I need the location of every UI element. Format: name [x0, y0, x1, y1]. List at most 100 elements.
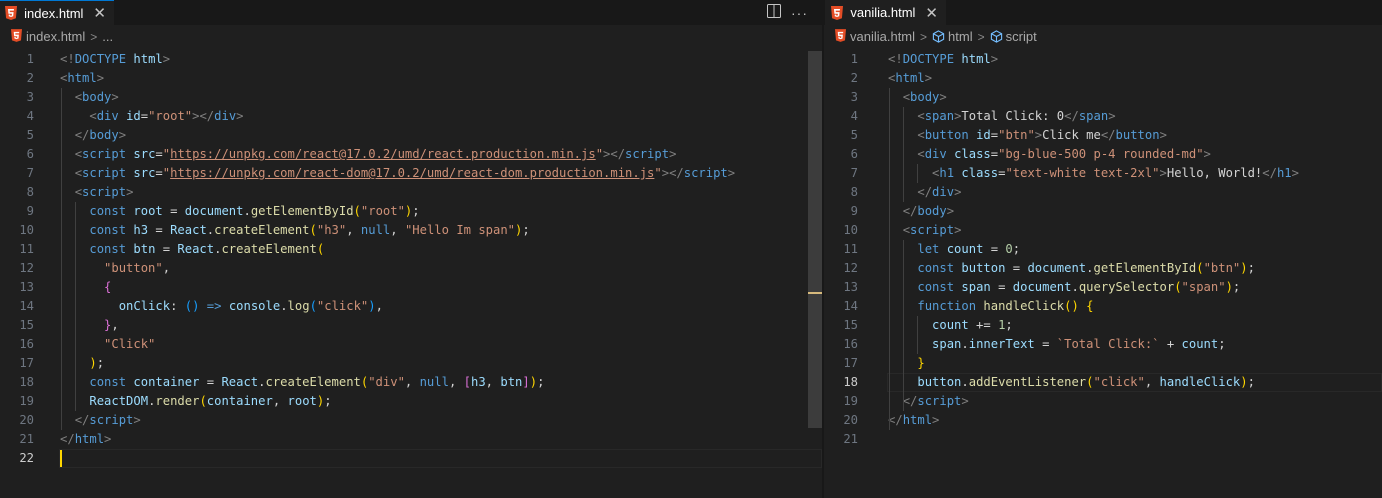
more-actions-icon[interactable]: ··· — [791, 5, 808, 21]
code-line[interactable]: 8 </div> — [824, 183, 1382, 202]
code-line[interactable]: 6 <div class="bg-blue-500 p-4 rounded-md… — [824, 145, 1382, 164]
line-number: 19 — [19, 394, 34, 408]
code-line[interactable]: 2 <html> — [824, 69, 1382, 88]
tab-index-html[interactable]: index.html ✕ — [0, 0, 114, 25]
code-line[interactable]: 10 const h3 = React.createElement("h3", … — [0, 221, 822, 240]
code-line[interactable]: 2 <html> — [0, 69, 822, 88]
code-token: "div" — [368, 375, 405, 389]
code-token: "root" — [360, 204, 405, 218]
code-line[interactable]: 22 — [0, 449, 822, 468]
code-line[interactable]: 11 let count = 0; — [824, 240, 1382, 259]
code-line[interactable]: 9 const root = document.getElementById("… — [0, 202, 822, 221]
code-token: https://unpkg.com/react-dom@17.0.2/umd/r… — [170, 166, 655, 180]
code-line[interactable]: 15 }, — [0, 316, 822, 335]
code-line[interactable]: 17 } — [824, 354, 1382, 373]
code-token: = — [162, 204, 185, 218]
code-line[interactable]: 16 "Click" — [0, 335, 822, 354]
code-area-left[interactable]: 1 <!DOCTYPE html> 2 <html> 3 <body> 4 <div id… — [0, 50, 822, 498]
code-token: count — [1181, 337, 1219, 351]
code-line[interactable]: 5 <button id="btn">Click me</button> — [824, 126, 1382, 145]
line-number: 5 — [850, 128, 858, 142]
breadcrumb-file[interactable]: index.html — [26, 29, 85, 44]
code-line[interactable]: 4 <span>Total Click: 0</span> — [824, 107, 1382, 126]
code-line[interactable]: 7 <script src="https://unpkg.com/react-d… — [0, 164, 822, 183]
code-line[interactable]: 12 "button", — [0, 259, 822, 278]
code-token: button — [961, 261, 1006, 275]
code-line[interactable]: 21 </html> — [0, 430, 822, 449]
code-token: < — [74, 166, 83, 180]
code-token: ) — [529, 375, 538, 389]
code-token: </ — [1262, 166, 1277, 180]
code-line[interactable]: 11 const btn = React.createElement( — [0, 240, 822, 259]
code-line[interactable]: 8 <script> — [0, 183, 822, 202]
breadcrumb-script[interactable]: script — [990, 29, 1037, 44]
code-line[interactable]: 17 ); — [0, 354, 822, 373]
code-line[interactable]: 12 const button = document.getElementByI… — [824, 259, 1382, 278]
tab-bar-left: index.html ✕ ··· — [0, 0, 822, 25]
code-line[interactable]: 13 { — [0, 278, 822, 297]
code-token: > — [111, 90, 119, 104]
code-line[interactable]: 3 <body> — [824, 88, 1382, 107]
code-line[interactable]: 9 </body> — [824, 202, 1382, 221]
breadcrumb-file[interactable]: vanilia.html — [850, 29, 915, 44]
code-token: ; — [1005, 318, 1013, 332]
close-icon[interactable]: ✕ — [93, 4, 106, 22]
code-token: > — [1159, 128, 1167, 142]
code-line[interactable]: 14 onClick: () => console.log("click"), — [0, 297, 822, 316]
code-line[interactable]: 7 <h1 class="text-white text-2xl">Hello,… — [824, 164, 1382, 183]
code-line[interactable]: 20 </script> — [0, 411, 822, 430]
split-editor-icon[interactable] — [767, 3, 781, 22]
code-line[interactable]: 20 </html> — [824, 411, 1382, 430]
code-token: 0 — [1005, 242, 1013, 256]
code-area-right[interactable]: 1 <!DOCTYPE html> 2 <html> 3 <body> 4 <span>T… — [824, 50, 1382, 498]
tab-vanilia-html[interactable]: vanilia.html ✕ — [825, 0, 946, 25]
code-token: root — [287, 394, 317, 408]
code-token: > — [126, 185, 134, 199]
html5-icon — [835, 28, 846, 45]
code-line[interactable]: 6 <script src="https://unpkg.com/react@1… — [0, 145, 822, 164]
editor-actions: ··· — [767, 3, 808, 22]
code-line[interactable]: 1 <!DOCTYPE html> — [0, 50, 822, 69]
code-line[interactable]: 15 count += 1; — [824, 316, 1382, 335]
code-line[interactable]: 18 button.addEventListener("click", hand… — [824, 373, 1382, 392]
code-line[interactable]: 4 <div id="root"></div> — [0, 107, 822, 126]
breadcrumb-html-label: html — [948, 29, 973, 44]
code-token: > — [990, 52, 999, 66]
code-token: > — [96, 71, 105, 85]
code-token: < — [74, 147, 83, 161]
code-line[interactable]: 3 <body> — [0, 88, 822, 107]
code-token: "root" — [148, 109, 193, 123]
code-token: ; — [537, 375, 545, 389]
scrollbar-left[interactable] — [808, 51, 822, 428]
code-token: script — [917, 394, 962, 408]
code-line[interactable]: 19 </script> — [824, 392, 1382, 411]
code-line[interactable]: 18 const container = React.createElement… — [0, 373, 822, 392]
code-line[interactable]: 16 span.innerText = `Total Click:` + cou… — [824, 335, 1382, 354]
code-token: https://unpkg.com/react@17.0.2/umd/react… — [170, 147, 596, 161]
breadcrumb-more[interactable]: ... — [102, 29, 113, 44]
code-line[interactable]: 1 <!DOCTYPE html> — [824, 50, 1382, 69]
code-token: React — [170, 223, 207, 237]
code-token: const — [917, 280, 955, 294]
code-token: const — [89, 242, 127, 256]
close-icon[interactable]: ✕ — [925, 4, 938, 22]
code-line[interactable]: 19 ReactDOM.render(container, root); — [0, 392, 822, 411]
code-token: "btn" — [1203, 261, 1241, 275]
breadcrumb-html[interactable]: html — [932, 29, 973, 44]
code-token: ; — [1247, 261, 1255, 275]
code-token: handleClick — [1159, 375, 1241, 389]
line-number: 14 — [843, 299, 858, 313]
code-token: html — [961, 52, 991, 66]
code-line[interactable]: 14 function handleClick() { — [824, 297, 1382, 316]
code-token: , — [390, 223, 405, 237]
code-line[interactable]: 5 </body> — [0, 126, 822, 145]
code-line[interactable]: 21 — [824, 430, 1382, 449]
code-line[interactable]: 13 const span = document.querySelector("… — [824, 278, 1382, 297]
code-line[interactable]: 10 <script> — [824, 221, 1382, 240]
line-number: 17 — [19, 356, 34, 370]
code-token: </ — [888, 413, 903, 427]
